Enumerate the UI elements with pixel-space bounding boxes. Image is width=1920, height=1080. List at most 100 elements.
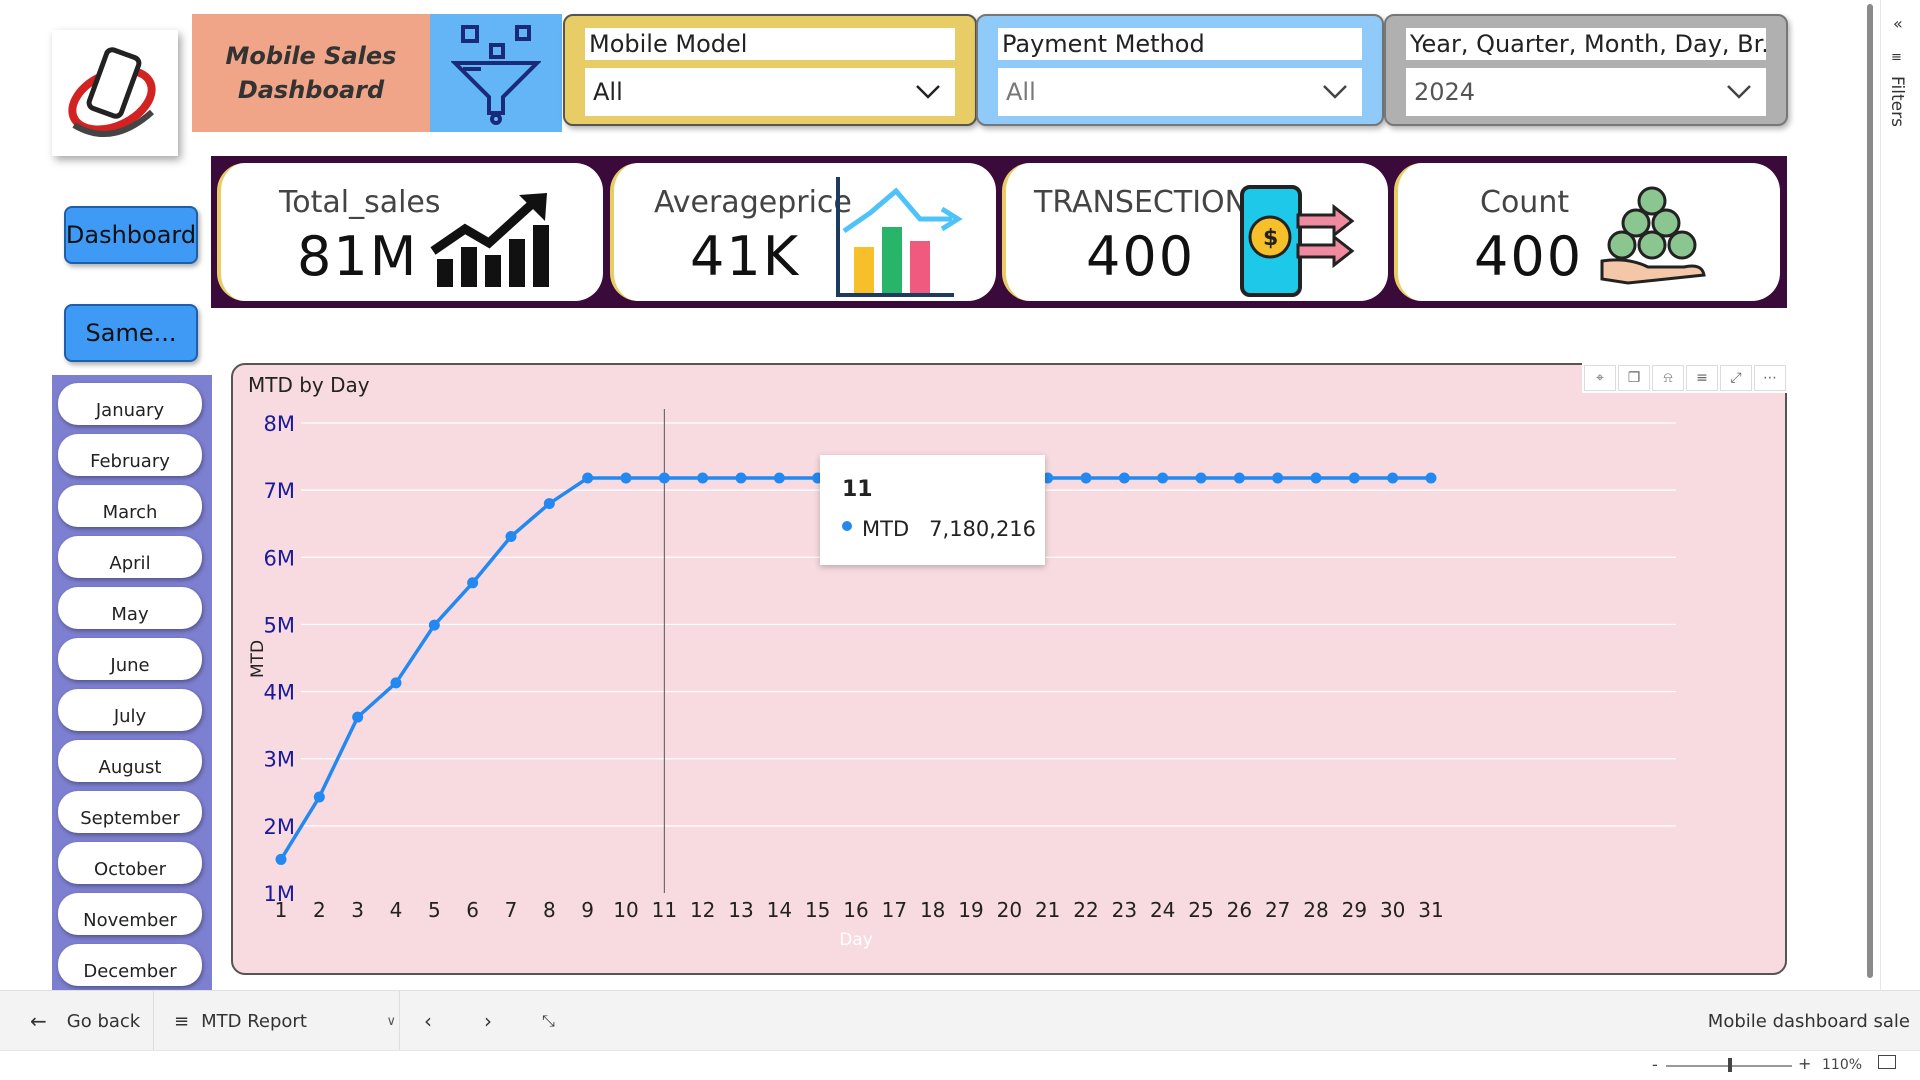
- filters-label: Filters: [1887, 76, 1907, 127]
- data-point[interactable]: [620, 472, 632, 484]
- data-point[interactable]: [1387, 472, 1399, 484]
- month-label: April: [109, 553, 151, 574]
- month-label: February: [90, 451, 170, 472]
- zoom-slider-thumb[interactable]: [1728, 1058, 1732, 1072]
- x-tick-label: 5: [428, 898, 441, 922]
- data-point[interactable]: [735, 472, 747, 484]
- slicer-date-hierarchy: Year, Quarter, Month, Day, Br... 2024: [1384, 14, 1788, 126]
- mobile-model-dropdown[interactable]: All: [585, 68, 955, 116]
- slicer-mobile-model: Mobile Model All: [563, 14, 977, 126]
- kpi-value: 400: [1086, 225, 1196, 288]
- x-tick-label: 6: [466, 898, 479, 922]
- data-point[interactable]: [773, 472, 785, 484]
- month-button-april[interactable]: April: [58, 536, 202, 578]
- x-tick-label: 8: [543, 898, 556, 922]
- data-point[interactable]: [1310, 472, 1322, 484]
- month-button-october[interactable]: October: [58, 842, 202, 884]
- month-label: May: [111, 604, 149, 625]
- data-point[interactable]: [428, 619, 440, 631]
- pages-list-icon: ≡: [174, 1010, 190, 1032]
- data-point[interactable]: [390, 677, 402, 689]
- data-point[interactable]: [275, 853, 287, 865]
- month-button-march[interactable]: March: [58, 485, 202, 527]
- chevron-right-icon: ›: [484, 1009, 492, 1033]
- previous-page-button[interactable]: ‹: [424, 991, 432, 1051]
- data-point[interactable]: [1118, 472, 1130, 484]
- zoom-in-button[interactable]: +: [1798, 1054, 1811, 1073]
- data-point[interactable]: [313, 791, 325, 803]
- collapse-arrows-icon: ⤡: [542, 1011, 555, 1030]
- data-point[interactable]: [658, 472, 670, 484]
- go-back-button[interactable]: ← Go back: [30, 991, 140, 1051]
- month-button-december[interactable]: December: [58, 944, 202, 986]
- x-tick-label: 1: [275, 898, 288, 922]
- tooltip-value: 7,180,216: [929, 517, 1037, 541]
- data-point[interactable]: [1195, 472, 1207, 484]
- data-point[interactable]: [1157, 472, 1169, 484]
- month-button-june[interactable]: June: [58, 638, 202, 680]
- data-point[interactable]: [582, 472, 594, 484]
- y-tick-label: 7M: [264, 479, 295, 503]
- status-bar: - + 110%: [0, 1050, 1920, 1080]
- month-label: September: [80, 808, 180, 829]
- month-button-may[interactable]: May: [58, 587, 202, 629]
- divider: [153, 991, 154, 1051]
- x-tick-label: 26: [1227, 898, 1252, 922]
- data-point[interactable]: [505, 530, 517, 542]
- fit-to-page-icon[interactable]: [1878, 1055, 1896, 1069]
- phone-payment-icon: $: [1240, 185, 1355, 297]
- month-button-november[interactable]: November: [58, 893, 202, 935]
- x-tick-label: 7: [505, 898, 518, 922]
- zoom-level: 110%: [1822, 1057, 1863, 1073]
- kpi-label: TRANSECTION: [1034, 185, 1248, 220]
- date-dropdown[interactable]: 2024: [1406, 68, 1766, 116]
- page-selector[interactable]: ≡ MTD Report ∨: [174, 991, 396, 1051]
- next-page-button[interactable]: ›: [484, 991, 492, 1051]
- x-tick-label: 25: [1188, 898, 1213, 922]
- data-point[interactable]: [467, 577, 479, 589]
- filter-funnel-panel: [430, 14, 562, 132]
- kpi-card-total-sales: Total_sales 81M: [217, 163, 603, 301]
- data-point[interactable]: [1233, 472, 1245, 484]
- data-point[interactable]: [1272, 472, 1284, 484]
- y-tick-label: 8M: [264, 412, 295, 436]
- data-point[interactable]: [697, 472, 709, 484]
- x-tick-label: 14: [767, 898, 792, 922]
- filters-pane-collapsed[interactable]: « ≡ Filters: [1880, 0, 1920, 990]
- x-tick-label: 31: [1418, 898, 1443, 922]
- month-label: July: [113, 706, 147, 727]
- month-button-february[interactable]: February: [58, 434, 202, 476]
- month-button-september[interactable]: September: [58, 791, 202, 833]
- month-button-january[interactable]: January: [58, 383, 202, 425]
- dashboard-nav-button[interactable]: Dashboard: [64, 206, 198, 264]
- month-label: November: [83, 910, 177, 931]
- kpi-value: 400: [1474, 225, 1584, 288]
- x-tick-label: 15: [805, 898, 830, 922]
- data-point[interactable]: [1348, 472, 1360, 484]
- x-tick-label: 29: [1342, 898, 1367, 922]
- payment-method-dropdown[interactable]: All: [998, 68, 1362, 116]
- kpi-value: 81M: [297, 225, 419, 288]
- x-axis-label: Day: [839, 930, 873, 950]
- scrollbar-thumb[interactable]: [1867, 4, 1873, 978]
- y-tick-label: 4M: [264, 681, 295, 705]
- y-axis-label: MTD: [248, 640, 268, 678]
- collapse-chevron-icon[interactable]: «: [1893, 14, 1903, 33]
- data-point[interactable]: [1425, 472, 1437, 484]
- month-button-july[interactable]: July: [58, 689, 202, 731]
- data-point[interactable]: [543, 498, 555, 510]
- go-back-label: Go back: [66, 1010, 141, 1032]
- x-tick-label: 30: [1380, 898, 1405, 922]
- data-point[interactable]: [352, 711, 364, 723]
- zoom-out-button[interactable]: -: [1652, 1055, 1658, 1074]
- exit-fullscreen-button[interactable]: ⤡: [542, 991, 555, 1051]
- x-tick-label: 18: [920, 898, 945, 922]
- money-bags-hand-icon: [1600, 186, 1706, 285]
- x-tick-label: 13: [728, 898, 753, 922]
- data-point[interactable]: [1080, 472, 1092, 484]
- tooltip-series: MTD: [862, 517, 910, 541]
- series-dot-icon: [842, 521, 852, 531]
- same-nav-button[interactable]: Same...: [64, 304, 198, 362]
- chevron-down-icon: [916, 85, 940, 99]
- month-button-august[interactable]: August: [58, 740, 202, 782]
